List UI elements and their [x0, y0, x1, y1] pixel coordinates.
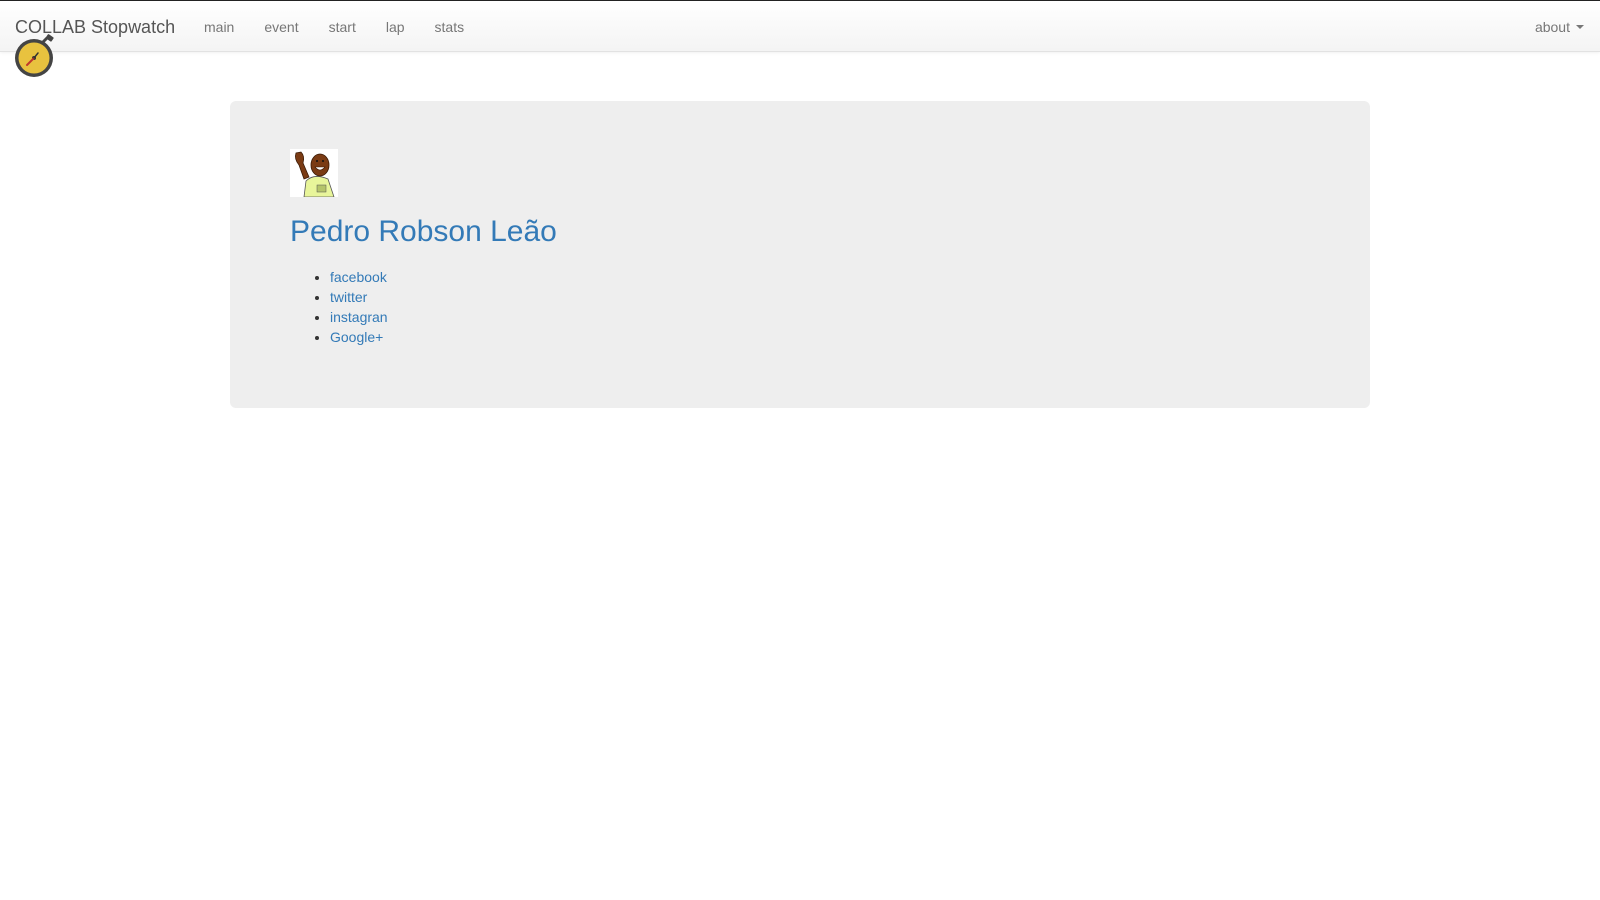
instagram-link[interactable]: instagran	[330, 309, 388, 325]
list-item: facebook	[330, 267, 388, 287]
about-label: about	[1534, 19, 1570, 35]
person-name-link[interactable]: Pedro Robson Leão	[290, 215, 557, 249]
list-item: instagran	[330, 307, 388, 327]
nav-link-stats[interactable]: stats	[435, 19, 465, 35]
facebook-link[interactable]: facebook	[330, 269, 387, 285]
about-dropdown[interactable]: about	[1535, 19, 1584, 35]
google-plus-link[interactable]: Google+	[330, 329, 383, 345]
caret-down-icon	[1576, 25, 1584, 29]
nav-link-start[interactable]: start	[329, 19, 356, 35]
top-navbar: COLLAB Stopwatch main event start lap st…	[0, 0, 1600, 52]
nav-links: main event start lap stats	[204, 19, 494, 35]
nav-link-event[interactable]: event	[264, 19, 298, 35]
social-links-list: facebook twitter instagran Google+	[330, 267, 388, 347]
person-waving-avatar	[290, 149, 338, 197]
list-item: twitter	[330, 287, 388, 307]
list-item: Google+	[330, 327, 388, 347]
profile-jumbotron: Pedro Robson Leão facebook twitter insta…	[230, 101, 1370, 408]
nav-link-main[interactable]: main	[204, 19, 234, 35]
stopwatch-icon[interactable]	[13, 34, 59, 80]
twitter-link[interactable]: twitter	[330, 289, 367, 305]
nav-link-lap[interactable]: lap	[386, 19, 405, 35]
